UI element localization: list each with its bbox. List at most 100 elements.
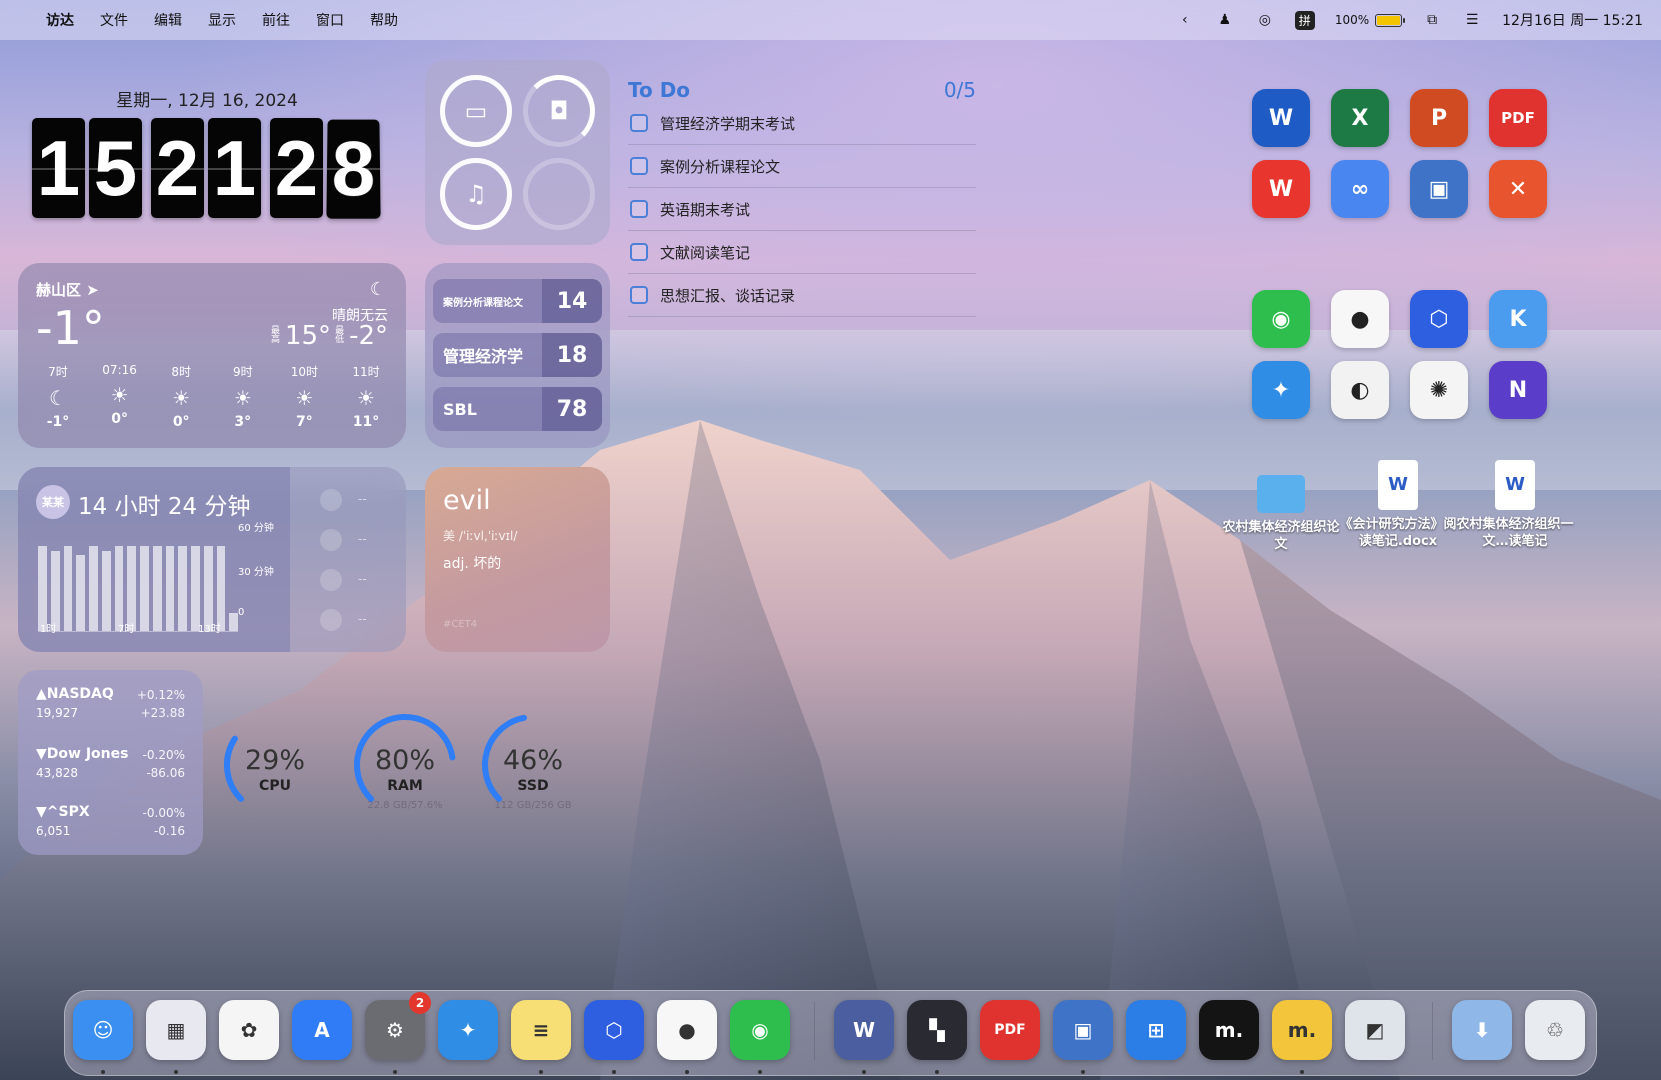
hexagon-app-icon[interactable]: ⬡	[1410, 290, 1468, 348]
dock-glyph: ☺	[92, 1018, 114, 1042]
finder-icon[interactable]: ☺	[73, 1000, 133, 1060]
countdown-widget[interactable]: 案例分析课程论文 14 管理经济学 18 SBL 78	[425, 263, 610, 448]
menu-view[interactable]: 显示	[208, 10, 236, 30]
wechat-status-icon[interactable]: ◎	[1255, 11, 1275, 29]
cpu-gauge[interactable]: 29% CPU	[220, 710, 330, 820]
clock-digit: 1	[208, 118, 261, 218]
system-settings-icon[interactable]: ⚙ 2	[365, 992, 431, 1060]
todo-checkbox[interactable]	[630, 286, 648, 304]
preview-icon[interactable]: ◩	[1345, 1000, 1405, 1060]
dictionary-widget[interactable]: evil 美 /ˈiːvl,ˈiːvɪl/ adj. 坏的 #CET4	[425, 467, 610, 652]
forecast-time: 11时	[352, 365, 380, 379]
ram-gauge[interactable]: 80% RAM 22.8 GB/57.6%	[350, 710, 460, 820]
todo-checkbox[interactable]	[630, 114, 648, 132]
app-store-icon[interactable]: A	[292, 1000, 352, 1060]
wechat-icon[interactable]: ◉	[730, 1000, 790, 1060]
wechat-icon[interactable]: ◉	[1252, 290, 1310, 348]
parallels-icon[interactable]: ▣	[1410, 160, 1468, 218]
status-area: ‹ ♟ ◎ 拼 100% ⧉ ☰ 12月16日 周一 15:21	[1175, 10, 1643, 30]
screen-mirroring-icon[interactable]: ⧉	[1422, 11, 1442, 29]
todo-checkbox[interactable]	[630, 157, 648, 175]
battery-icon	[1375, 13, 1406, 27]
usage-bar	[140, 546, 149, 631]
input-method-indicator[interactable]: 拼	[1294, 10, 1315, 30]
weather-current-temp: -1°	[36, 301, 105, 355]
circle-app-icon[interactable]: ◐	[1331, 361, 1389, 419]
usage-bar	[76, 555, 85, 631]
desktop-file[interactable]: W 《会计研究方法》阅读笔记.docx	[1338, 460, 1458, 550]
gauge-detail: 112 GB/256 GB	[494, 800, 572, 811]
downloads-folder-icon[interactable]: ⬇	[1452, 1000, 1512, 1060]
qq-icon[interactable]: ●	[1331, 290, 1389, 348]
word-icon[interactable]: W	[1252, 89, 1310, 147]
stock-change: -0.20% -86.06	[143, 746, 185, 782]
tiles-app-icon[interactable]: ▚	[907, 1000, 967, 1060]
clock-digit: 5	[89, 118, 142, 218]
menu-edit[interactable]: 编辑	[154, 10, 182, 30]
app-usage-value: --	[358, 532, 367, 546]
desktop-file[interactable]: 农村集体经济组织论文	[1221, 465, 1341, 553]
chevron-left-icon[interactable]: ‹	[1175, 11, 1195, 29]
countdown-label: SBL	[443, 399, 477, 419]
airpods-icon: ♫	[440, 158, 512, 230]
todo-widget[interactable]: To Do 0/5 管理经济学期末考试 案例分析课程论文 英语期末考试 文献阅读笔…	[628, 78, 976, 317]
mweb-lite-icon[interactable]: m.	[1272, 1000, 1332, 1060]
pdf-expert-icon[interactable]: PDF	[980, 1000, 1040, 1060]
powerpoint-icon[interactable]: P	[1410, 89, 1468, 147]
menu-file[interactable]: 文件	[100, 10, 128, 30]
xmind-icon[interactable]: ✕	[1489, 160, 1547, 218]
stocks-widget[interactable]: ▲NASDAQ 19,927 +0.12% +23.88 ▼Dow Jones 4…	[18, 670, 203, 855]
menu-bar: 访达 文件 编辑 显示 前往 窗口 帮助 ‹ ♟ ◎ 拼 100% ⧉ ☰ 12…	[0, 0, 1661, 40]
launchpad-icon[interactable]: ▦	[146, 1000, 206, 1060]
safari-icon[interactable]: ✦	[438, 1000, 498, 1060]
mweb-icon[interactable]: m.	[1199, 1000, 1259, 1060]
word-icon[interactable]: W	[834, 1000, 894, 1060]
excel-icon[interactable]: X	[1331, 89, 1389, 147]
baidu-netdisk-icon[interactable]: ∞	[1331, 160, 1389, 218]
todo-item: 思想汇报、谈话记录	[628, 274, 976, 317]
usage-bar	[89, 546, 98, 631]
ssd-gauge[interactable]: 46% SSD 112 GB/256 GB	[478, 710, 588, 820]
notes-icon[interactable]: ≡	[511, 1000, 571, 1060]
windows-app-icon[interactable]: ⊞	[1126, 1000, 1186, 1060]
gauge-label: RAM	[387, 778, 423, 794]
menu-help[interactable]: 帮助	[370, 10, 398, 30]
usage-bar	[50, 550, 60, 631]
docx-file-icon: W	[1495, 460, 1535, 510]
desktop-file[interactable]: W 农村集体经济组织一文…读笔记	[1455, 460, 1575, 550]
battery-status[interactable]: 100%	[1335, 13, 1406, 27]
todo-text: 管理经济学期末考试	[660, 114, 796, 133]
dock-glyph: W	[852, 1018, 876, 1042]
trash-icon[interactable]: ♲	[1525, 1000, 1585, 1060]
pdf-expert-icon[interactable]: PDF	[1489, 89, 1547, 147]
hexagon-app-icon[interactable]: ⬡	[584, 1000, 644, 1060]
dock-glyph: ●	[678, 1018, 696, 1042]
wps-icon[interactable]: W	[1252, 160, 1310, 218]
menu-app-name[interactable]: 访达	[46, 10, 74, 30]
menu-go[interactable]: 前往	[262, 10, 290, 30]
todo-checkbox[interactable]	[630, 243, 648, 261]
batteries-widget[interactable]: ▭ ◘ ♫	[425, 60, 610, 245]
safari-icon[interactable]: ✦	[1252, 361, 1310, 419]
file-label: 《会计研究方法》阅读笔记.docx	[1339, 517, 1457, 549]
app-usage-icon	[320, 529, 342, 551]
location-arrow-icon: ➤	[86, 281, 99, 299]
parallels-icon[interactable]: ▣	[1053, 1000, 1113, 1060]
gauge-value: 46%	[502, 745, 563, 776]
countdown-label: 管理经济学	[443, 347, 524, 366]
weather-widget[interactable]: 赫山区 ➤ -1° ☾ 晴朗无云 最高 15° 最低 -2° 7时 ☾ -1° 07…	[18, 263, 406, 448]
screen-time-widget[interactable]: 某某 14 小时 24 分钟 60 分钟 30 分钟 0 1时 7时 13时 -…	[18, 467, 406, 652]
dock-separator	[814, 1002, 815, 1060]
klack-icon[interactable]: K	[1489, 290, 1547, 348]
qq-icon[interactable]: ●	[657, 1000, 717, 1060]
x-axis-label: 7时	[118, 624, 135, 635]
todo-checkbox[interactable]	[630, 200, 648, 218]
n-logo-icon[interactable]: N	[1489, 361, 1547, 419]
photos-icon[interactable]: ✿	[219, 1000, 279, 1060]
control-center-icon[interactable]: ☰	[1462, 11, 1482, 29]
menubar-clock[interactable]: 12月16日 周一 15:21	[1502, 10, 1643, 30]
qq-status-icon[interactable]: ♟	[1215, 11, 1235, 29]
menu-window[interactable]: 窗口	[316, 10, 344, 30]
chatgpt-icon[interactable]: ✺	[1410, 361, 1468, 419]
dictionary-tag: #CET4	[443, 619, 478, 630]
